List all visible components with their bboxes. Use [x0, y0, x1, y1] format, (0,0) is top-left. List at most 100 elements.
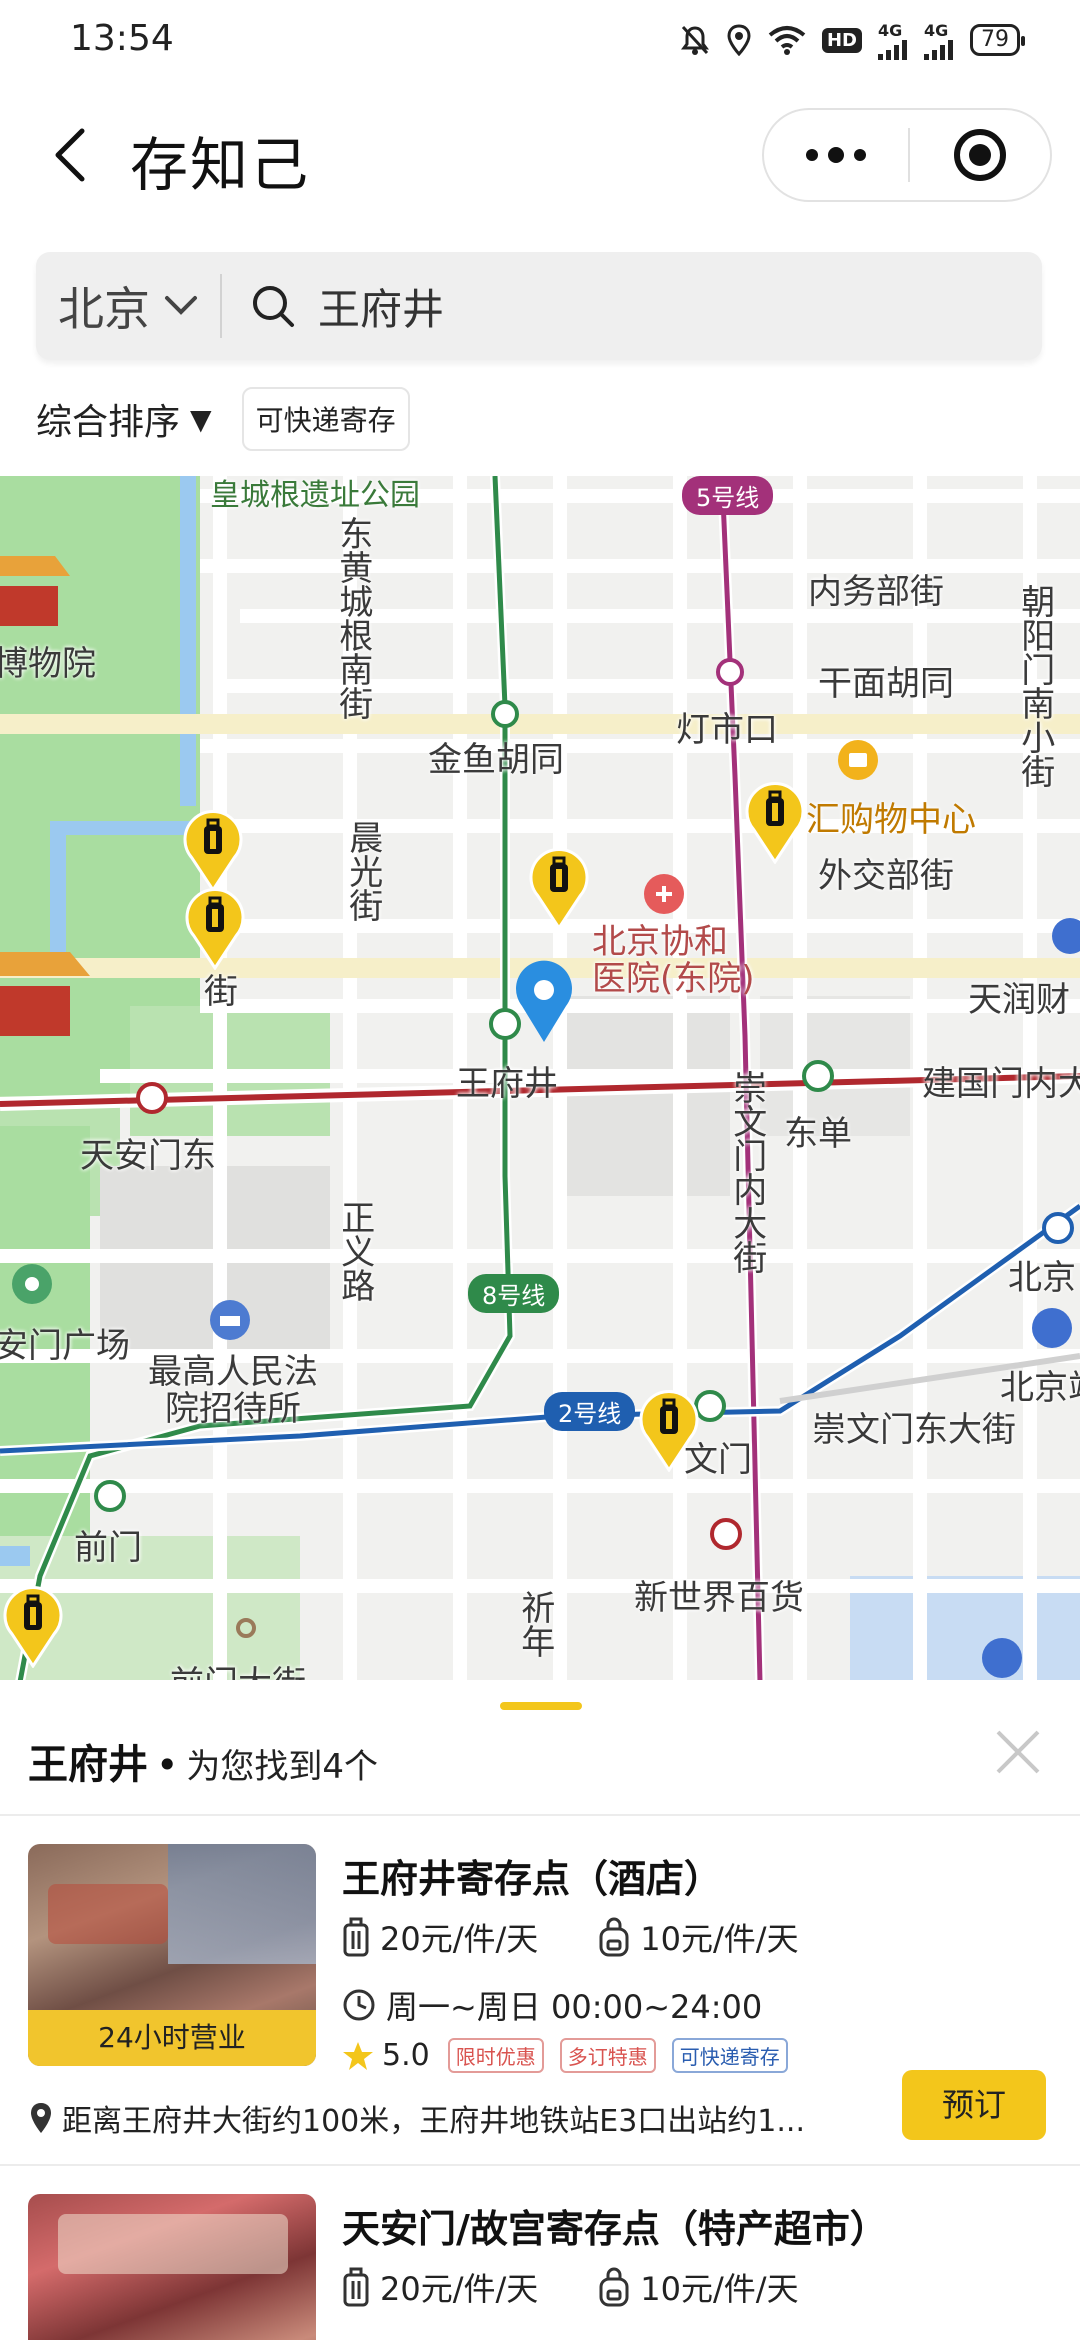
book-button[interactable]: 预订 [902, 2070, 1046, 2140]
line2-badge: 2号线 [544, 1392, 636, 1431]
large-luggage-icon [343, 2267, 369, 2307]
storage-thumbnail [28, 2194, 316, 2340]
title-bar: 存知己 [0, 90, 1080, 220]
map-label-beijingzhan2: 北京站 [1000, 1368, 1080, 1408]
dot-icon [806, 149, 818, 161]
map-label-museum: 博物院 [0, 644, 96, 684]
price-row: 20元/件/天 10元/件/天 [342, 1914, 799, 1960]
map-label-mall: 汇购物中心 [806, 800, 976, 840]
results-sheet: 王府井 • 为您找到4个 24小时营业 王府井寄存点（酒店） 20元/件/天 1… [0, 1680, 1080, 2340]
price-large: 20元/件/天 [380, 1920, 539, 1958]
status-icons: HD 4G 4G 79 [680, 20, 1025, 60]
price-small: 10元/件/天 [640, 2270, 799, 2308]
map-label-donghuangchenggen: 东黄城根南街 [332, 516, 373, 720]
back-button[interactable] [40, 120, 100, 190]
city-select[interactable]: 北京 [36, 252, 220, 360]
miniprogram-capsule [762, 108, 1052, 202]
close-miniprogram-button[interactable] [910, 110, 1050, 200]
open-24h-tag: 24小时营业 [28, 2010, 316, 2066]
express-storage-badge: 可快递寄存 [671, 2038, 788, 2073]
location-pin-icon [31, 2103, 51, 2133]
wifi-icon [768, 25, 806, 55]
map-label-waijiaobu: 外交部街 [818, 856, 954, 896]
more-button[interactable] [764, 110, 908, 200]
map-label-neiwubu: 内务部街 [808, 572, 944, 612]
dot-icon [854, 149, 866, 161]
results-place: 王府井 [28, 1742, 148, 1788]
sheet-drag-handle[interactable] [500, 1702, 582, 1710]
storage-card[interactable]: 24小时营业 王府井寄存点（酒店） 20元/件/天 10元/件/天 周一~周日 … [0, 1844, 1080, 2154]
dot-icon [828, 147, 844, 163]
map-label-court-hotel: 最高人民法院招待所 [148, 1352, 318, 1430]
results-count: 为您找到4个 [186, 1747, 379, 1787]
map-label-jianguomen: 建国门内大 [922, 1064, 1080, 1104]
sort-label: 综合排序 [36, 402, 181, 443]
location-icon [726, 24, 752, 56]
map-label-qianmen: 前门 [74, 1528, 142, 1568]
rating-value: 5.0 [382, 2038, 430, 2073]
storage-pin[interactable] [526, 844, 592, 930]
map-label-xinshijie: 新世界百货 [634, 1578, 804, 1618]
map-label-chongwenmennei: 崇文门内大街 [726, 1070, 767, 1274]
search-input[interactable] [318, 281, 918, 331]
search-divider [220, 274, 222, 338]
star-icon [343, 2041, 373, 2070]
map-label-wangfujing: 王府井 [456, 1064, 558, 1104]
mute-bell-icon [680, 24, 710, 56]
filter-row: 综合排序 ▼ 可快递寄存 [36, 384, 410, 454]
status-time: 13:54 [70, 18, 174, 59]
chevron-left-icon [55, 128, 85, 182]
caret-down-icon: ▼ [190, 402, 212, 436]
page-title: 存知己 [130, 131, 311, 199]
storage-thumbnail: 24小时营业 [28, 1844, 316, 2066]
hd-badge: HD [821, 27, 862, 53]
distance-text: 距离王府井大街约100米，王府井地铁站E3口出站约1... [62, 2104, 805, 2139]
storage-pin[interactable] [0, 1582, 66, 1668]
target-icon [954, 129, 1006, 181]
line5-badge: 5号线 [682, 476, 774, 515]
map-label-square: 安门广场 [0, 1326, 130, 1366]
divider [0, 2164, 1080, 2166]
map-label-qiannian: 祈年 [514, 1590, 555, 1658]
sort-dropdown[interactable]: 综合排序 ▼ [36, 393, 212, 445]
large-luggage-icon [343, 1917, 369, 1957]
map-label-jie: 街 [204, 972, 238, 1012]
close-icon[interactable] [990, 1724, 1046, 1780]
map-label-beijing-station: 北京 [1008, 1258, 1076, 1298]
map-label-tiananmendong: 天安门东 [80, 1136, 216, 1176]
map-label-chaoyangmen: 朝阳门南小街 [1014, 584, 1055, 788]
storage-pin[interactable] [180, 806, 246, 892]
price-row: 20元/件/天 10元/件/天 [342, 2264, 799, 2310]
opening-hours: 周一~周日 00:00~24:00 [386, 1988, 763, 2026]
express-storage-filter-chip[interactable]: 可快递寄存 [241, 387, 410, 451]
map-view[interactable]: 皇城根遗址公园 博物院 东黄城根南街 内务部街 朝阳门南小街 干面胡同 灯市口 … [0, 476, 1080, 1682]
rating-row: 5.0 限时优惠 多订特惠 可快递寄存 [342, 2038, 788, 2073]
chevron-down-icon [165, 296, 197, 315]
storage-pin[interactable] [742, 778, 808, 864]
clock-icon [343, 1989, 375, 2021]
hours-row: 周一~周日 00:00~24:00 [342, 1982, 762, 2028]
storage-pin[interactable] [636, 1386, 702, 1472]
map-label-dengshikou: 灯市口 [676, 710, 778, 750]
signal-icon: 4G [878, 21, 908, 60]
map-label-zhengyi: 正义路 [334, 1200, 375, 1302]
map-label-dongdan: 东单 [784, 1114, 852, 1154]
search-bar: 北京 [36, 252, 1042, 360]
map-label-xiehe: 北京协和医院(东院) [592, 922, 755, 1000]
map-label-chongwenmendong: 崇文门东大街 [812, 1410, 1016, 1450]
storage-card[interactable]: 天安门/故宫寄存点（特产超市） 20元/件/天 10元/件/天 [0, 2194, 1080, 2340]
line8-badge: 8号线 [468, 1274, 560, 1313]
storage-pin[interactable] [182, 884, 248, 970]
results-dot: • [156, 1743, 179, 1787]
price-large: 20元/件/天 [380, 2270, 539, 2308]
current-location-icon [516, 960, 572, 1042]
distance-row: 距离王府井大街约100米，王府井地铁站E3口出站约1... [28, 2096, 888, 2140]
limited-offer-badge: 限时优惠 [447, 2038, 544, 2073]
signal-icon-2: 4G [924, 21, 954, 60]
search-icon [248, 281, 298, 331]
map-label-jinyu: 金鱼胡同 [428, 740, 564, 780]
status-bar: 13:54 HD 4G 4G 79 [0, 0, 1080, 80]
price-small: 10元/件/天 [640, 1920, 799, 1958]
divider [0, 1814, 1080, 1816]
city-label: 北京 [58, 282, 150, 336]
